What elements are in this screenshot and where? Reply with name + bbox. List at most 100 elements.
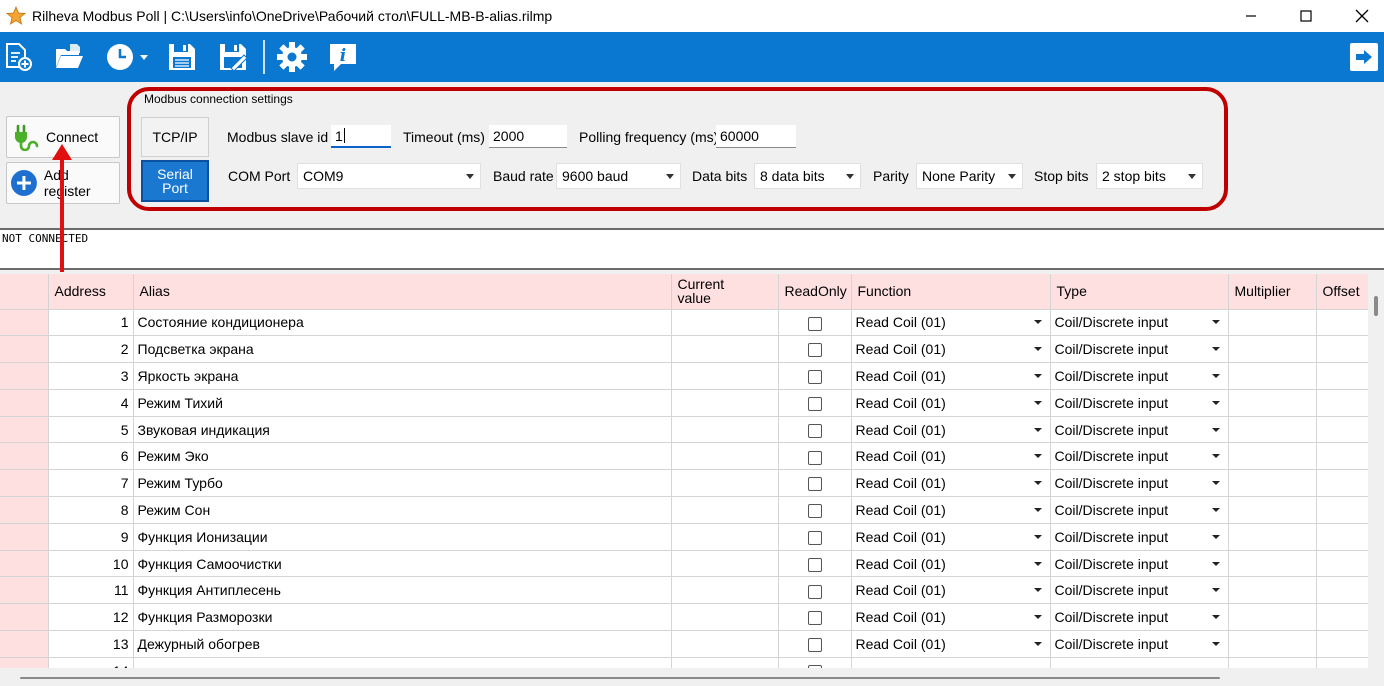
cell-address[interactable]: 14 (48, 657, 134, 668)
readonly-checkbox[interactable] (807, 557, 822, 572)
cell-function[interactable]: Read Coil (01) (851, 362, 1051, 390)
horizontal-scrollbar[interactable] (0, 668, 1384, 686)
cell-alias[interactable]: Дежурный обогрев (133, 630, 672, 658)
tcp-ip-button[interactable]: TCP/IP (141, 117, 209, 157)
cell-function[interactable]: Read Coil (01) (851, 523, 1051, 551)
row-header[interactable] (0, 496, 49, 524)
cell-address[interactable]: 1 (48, 309, 134, 337)
cell-multiplier[interactable] (1228, 630, 1317, 658)
cell-type[interactable]: Coil/Discrete input (1050, 576, 1229, 605)
cell-offset[interactable] (1316, 335, 1368, 364)
cell-function[interactable]: Read Coil (01) (851, 469, 1051, 498)
cell-alias[interactable]: Подсветка экрана (133, 335, 672, 364)
cell-address[interactable]: 2 (48, 335, 134, 364)
column-header-address[interactable]: Address (48, 274, 134, 310)
cell-address[interactable]: 4 (48, 389, 134, 417)
com-port-select[interactable]: COM9 (297, 163, 481, 189)
minimize-button[interactable] (1228, 0, 1274, 32)
data-bits-select[interactable]: 8 data bits (754, 163, 861, 189)
cell-multiplier[interactable] (1228, 309, 1317, 337)
cell-alias[interactable]: Функция Разморозки (133, 603, 672, 632)
save-button[interactable] (166, 41, 198, 73)
info-button[interactable]: i (327, 41, 359, 73)
cell-multiplier[interactable] (1228, 469, 1317, 498)
cell-offset[interactable] (1316, 550, 1368, 578)
cell-function[interactable]: Read Coil (01) (851, 603, 1051, 632)
column-header-alias[interactable]: Alias (133, 274, 672, 310)
readonly-checkbox[interactable] (807, 584, 822, 599)
cell-offset[interactable] (1316, 389, 1368, 417)
row-header[interactable] (0, 442, 49, 471)
cell-alias[interactable]: Режим Турбо (133, 469, 672, 498)
column-header-offset[interactable]: Offset (1316, 274, 1368, 310)
table-row[interactable]: 10 Функция Самоочистки Read Coil (01) Coil/… (0, 550, 1368, 578)
row-header[interactable] (0, 657, 49, 668)
table-row[interactable]: 2 Подсветка экрана Read Coil (01) Coil/Disc… (0, 335, 1368, 364)
maximize-button[interactable] (1283, 0, 1329, 32)
cell-multiplier[interactable] (1228, 442, 1317, 471)
table-row[interactable]: 8 Режим Сон Read Coil (01) Coil/Discrete in… (0, 496, 1368, 524)
column-header-readonly[interactable]: ReadOnly (778, 274, 852, 310)
slave-id-input[interactable]: 1 (331, 125, 391, 148)
vertical-scrollbar[interactable] (1368, 274, 1384, 668)
readonly-checkbox[interactable] (807, 370, 822, 385)
cell-multiplier[interactable] (1228, 389, 1317, 417)
cell-alias[interactable]: Звуковая индикация (133, 416, 672, 444)
row-header[interactable] (0, 630, 49, 658)
row-header[interactable] (0, 335, 49, 364)
readonly-checkbox[interactable] (807, 396, 822, 411)
cell-alias[interactable]: Функция Самоочистки (133, 550, 672, 578)
cell-alias[interactable]: Режим Сон (133, 496, 672, 524)
vertical-scroll-thumb[interactable] (1374, 296, 1378, 316)
new-file-button[interactable] (2, 41, 34, 73)
readonly-checkbox[interactable] (807, 530, 822, 545)
cell-function[interactable]: Read Coil (01) (851, 416, 1051, 444)
cell-offset[interactable] (1316, 442, 1368, 471)
cell-offset[interactable] (1316, 362, 1368, 390)
row-header[interactable] (0, 309, 49, 337)
cell-type[interactable]: Coil/Discrete input (1050, 630, 1229, 658)
cell-multiplier[interactable] (1228, 550, 1317, 578)
timeout-input[interactable]: 2000 (489, 125, 567, 148)
cell-alias[interactable]: Режим Эко (133, 442, 672, 471)
cell-offset[interactable] (1316, 630, 1368, 658)
cell-multiplier[interactable] (1228, 416, 1317, 444)
readonly-checkbox[interactable] (807, 343, 822, 358)
cell-offset[interactable] (1316, 576, 1368, 605)
table-row[interactable]: 12 Функция Разморозки Read Coil (01) Coil/D… (0, 603, 1368, 632)
cell-alias[interactable]: Режим Тихий (133, 389, 672, 417)
column-header-type[interactable]: Type (1050, 274, 1229, 310)
parity-select[interactable]: None Parity (916, 163, 1023, 189)
table-row[interactable]: 11 Функция Антиплесень Read Coil (01) Coil/… (0, 576, 1368, 605)
cell-function[interactable] (851, 657, 1051, 668)
table-row[interactable]: 14 (0, 657, 1368, 668)
polling-input[interactable]: 60000 (716, 125, 796, 148)
cell-multiplier[interactable] (1228, 603, 1317, 632)
table-row[interactable]: 4 Режим Тихий Read Coil (01) Coil/Discrete … (0, 389, 1368, 417)
row-header[interactable] (0, 362, 49, 390)
cell-type[interactable] (1050, 657, 1229, 668)
column-header-multiplier[interactable]: Multiplier (1228, 274, 1317, 310)
cell-function[interactable]: Read Coil (01) (851, 496, 1051, 524)
horizontal-scroll-thumb[interactable] (20, 677, 1220, 679)
cell-offset[interactable] (1316, 523, 1368, 551)
cell-function[interactable]: Read Coil (01) (851, 550, 1051, 578)
cell-address[interactable]: 8 (48, 496, 134, 524)
cell-address[interactable]: 10 (48, 550, 134, 578)
cell-alias[interactable]: Яркость экрана (133, 362, 672, 390)
cell-type[interactable]: Coil/Discrete input (1050, 416, 1229, 444)
readonly-checkbox[interactable] (807, 504, 822, 519)
row-header[interactable] (0, 603, 49, 632)
cell-multiplier[interactable] (1228, 523, 1317, 551)
close-button[interactable] (1339, 0, 1384, 32)
readonly-checkbox[interactable] (807, 638, 822, 653)
exit-button[interactable] (1349, 42, 1379, 72)
cell-address[interactable]: 5 (48, 416, 134, 444)
history-dropdown-button[interactable] (104, 41, 152, 73)
cell-type[interactable]: Coil/Discrete input (1050, 442, 1229, 471)
cell-address[interactable]: 7 (48, 469, 134, 498)
cell-address[interactable]: 12 (48, 603, 134, 632)
cell-multiplier[interactable] (1228, 335, 1317, 364)
row-header[interactable] (0, 550, 49, 578)
row-header[interactable] (0, 469, 49, 498)
